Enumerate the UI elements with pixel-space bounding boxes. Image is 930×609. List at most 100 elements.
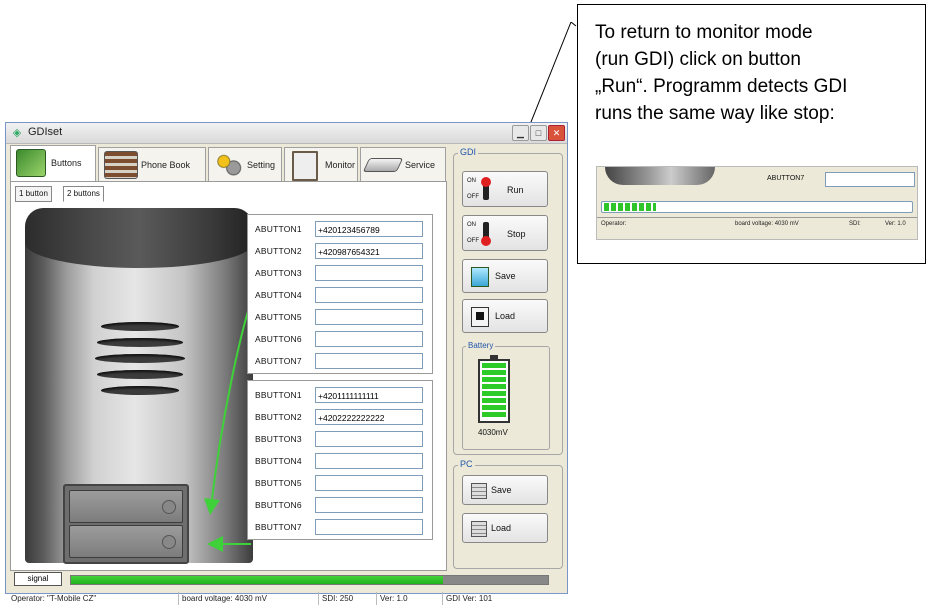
close-button[interactable]: ✕	[548, 125, 565, 141]
service-icon	[362, 158, 404, 172]
pc-save-button[interactable]: Save	[462, 475, 548, 505]
maximize-button[interactable]: □	[530, 125, 547, 141]
group-a-row-label: ABUTTON1	[255, 224, 302, 234]
group-b-row-label: BBUTTON1	[255, 390, 302, 400]
group-b-number-field[interactable]: +4202222222222	[315, 409, 423, 425]
buttons-icon	[16, 149, 46, 177]
group-a-row-label: ABUTTON5	[255, 312, 302, 322]
mini-sdi: SDI:	[849, 221, 861, 227]
status-ver: Ver: 1.0	[376, 592, 408, 605]
tab-buttons[interactable]: Buttons	[10, 145, 96, 181]
group-a-row-label: ABUTTON4	[255, 290, 302, 300]
load-icon	[471, 307, 489, 327]
group-a-row-label: ABUTTON3	[255, 268, 302, 278]
status-operator: Operator: "T-Mobile CZ"	[11, 594, 97, 603]
battery-voltage: 4030mV	[478, 428, 508, 437]
group-b-number-field[interactable]	[315, 497, 423, 513]
stop-off-label: OFF	[467, 238, 479, 244]
signal-progress-bar	[70, 575, 549, 585]
group-b-number-field[interactable]	[315, 431, 423, 447]
subtab-1-button[interactable]: 1 button	[15, 186, 52, 202]
status-bar: Operator: "T-Mobile CZ" board voltage: 4…	[6, 589, 567, 609]
group-b-number-field[interactable]	[315, 519, 423, 535]
tab-buttons-label: Buttons	[51, 158, 82, 168]
stop-label: Stop	[507, 229, 526, 239]
tab-service[interactable]: Service	[360, 147, 446, 181]
group-a-row-label: ABUTTON7	[255, 356, 302, 366]
save-icon	[471, 267, 489, 287]
tab-setting-label: Setting	[247, 160, 276, 170]
group-b-row-label: BBUTTON5	[255, 478, 302, 488]
signal-label: signal	[14, 572, 62, 586]
speaker-slot	[101, 322, 179, 331]
subtab-2-buttons[interactable]: 2 buttons	[63, 186, 104, 202]
run-button[interactable]: ON OFF Run	[462, 171, 548, 207]
speaker-slot	[97, 338, 183, 347]
group-b-number-field[interactable]: +4201111111111	[315, 387, 423, 403]
group-a-number-field[interactable]: +420123456789	[315, 221, 423, 237]
status-sdi: SDI: 250	[318, 592, 353, 605]
group-a-row-label: ABUTTON2	[255, 246, 302, 256]
run-off-label: OFF	[467, 194, 479, 200]
status-voltage: board voltage: 4030 mV	[178, 592, 267, 605]
group-a-number-field[interactable]	[315, 265, 423, 281]
callout-screenshot: ABUTTON7 Operator: board voltage: 4030 m…	[596, 166, 918, 240]
tab-setting[interactable]: Setting	[208, 147, 282, 181]
group-a-row-label: ABUTTON6	[255, 334, 302, 344]
group-b-row-label: BBUTTON3	[255, 434, 302, 444]
group-b-row-label: BBUTTON2	[255, 412, 302, 422]
pc-save-label: Save	[491, 485, 512, 495]
speaker-slot	[97, 370, 183, 379]
group-a-number-field[interactable]	[315, 287, 423, 303]
signal-progress-fill	[71, 576, 444, 584]
stop-button[interactable]: ON OFF Stop	[462, 215, 548, 251]
group-a-number-field[interactable]	[315, 309, 423, 325]
run-label: Run	[507, 185, 524, 195]
gdi-load-button[interactable]: Load	[462, 299, 548, 333]
mini-field-label: ABUTTON7	[767, 175, 805, 182]
pc-load-button[interactable]: Load	[462, 513, 548, 543]
group-a-number-field[interactable]	[315, 331, 423, 347]
gdiset-window: ◈ GDIset ▁ □ ✕ Buttons Phone Book Settin…	[5, 122, 568, 605]
pc-load-icon	[471, 521, 487, 537]
minimize-button[interactable]: ▁	[512, 125, 529, 141]
title-bar: ◈ GDIset ▁ □ ✕	[6, 123, 567, 144]
buttons-panel: 1 button 2 buttons ABUTTON1 +420123456789…	[10, 181, 447, 571]
group-a-number-field[interactable]	[315, 353, 423, 369]
gdi-load-label: Load	[495, 311, 516, 321]
tab-monitor[interactable]: Monitor	[284, 147, 358, 181]
toggle-off-icon	[481, 222, 491, 246]
app-icon: ◈	[12, 127, 22, 139]
intercom-button-a	[69, 490, 183, 523]
toggle-on-icon	[481, 177, 491, 200]
group-b-number-field[interactable]	[315, 475, 423, 491]
stop-on-label: ON	[467, 222, 476, 228]
run-on-label: ON	[467, 178, 476, 184]
gdi-save-label: Save	[495, 271, 516, 281]
phone-book-icon	[104, 151, 138, 179]
intercom-button-b	[69, 525, 183, 558]
gdi-save-button[interactable]: Save	[462, 259, 548, 293]
speaker-slot	[95, 354, 185, 363]
group-a-number-field[interactable]: +420987654321	[315, 243, 423, 259]
tab-phone-book[interactable]: Phone Book	[98, 147, 206, 181]
mini-operator: Operator:	[601, 221, 627, 227]
mini-voltage: board voltage: 4030 mV	[735, 221, 799, 227]
mini-progress	[601, 201, 913, 213]
speaker-slot	[101, 386, 179, 395]
monitor-icon	[292, 151, 318, 181]
pc-legend: PC	[458, 459, 475, 469]
group-b-number-field[interactable]	[315, 453, 423, 469]
battery-legend: Battery	[466, 341, 496, 350]
tab-monitor-label: Monitor	[325, 160, 356, 170]
window-title: GDIset	[28, 126, 63, 138]
pc-load-label: Load	[491, 523, 512, 533]
status-gdi-ver: GDI Ver: 101	[442, 592, 492, 605]
intercom-top	[25, 208, 253, 268]
mini-ver: Ver: 1.0	[885, 221, 906, 227]
instruction-callout: To return to monitor mode (run GDI) clic…	[577, 4, 926, 264]
mini-device	[605, 167, 715, 185]
pc-save-icon	[471, 483, 487, 499]
callout-text: To return to monitor mode (run GDI) clic…	[595, 22, 848, 124]
tab-service-label: Service	[405, 160, 436, 170]
